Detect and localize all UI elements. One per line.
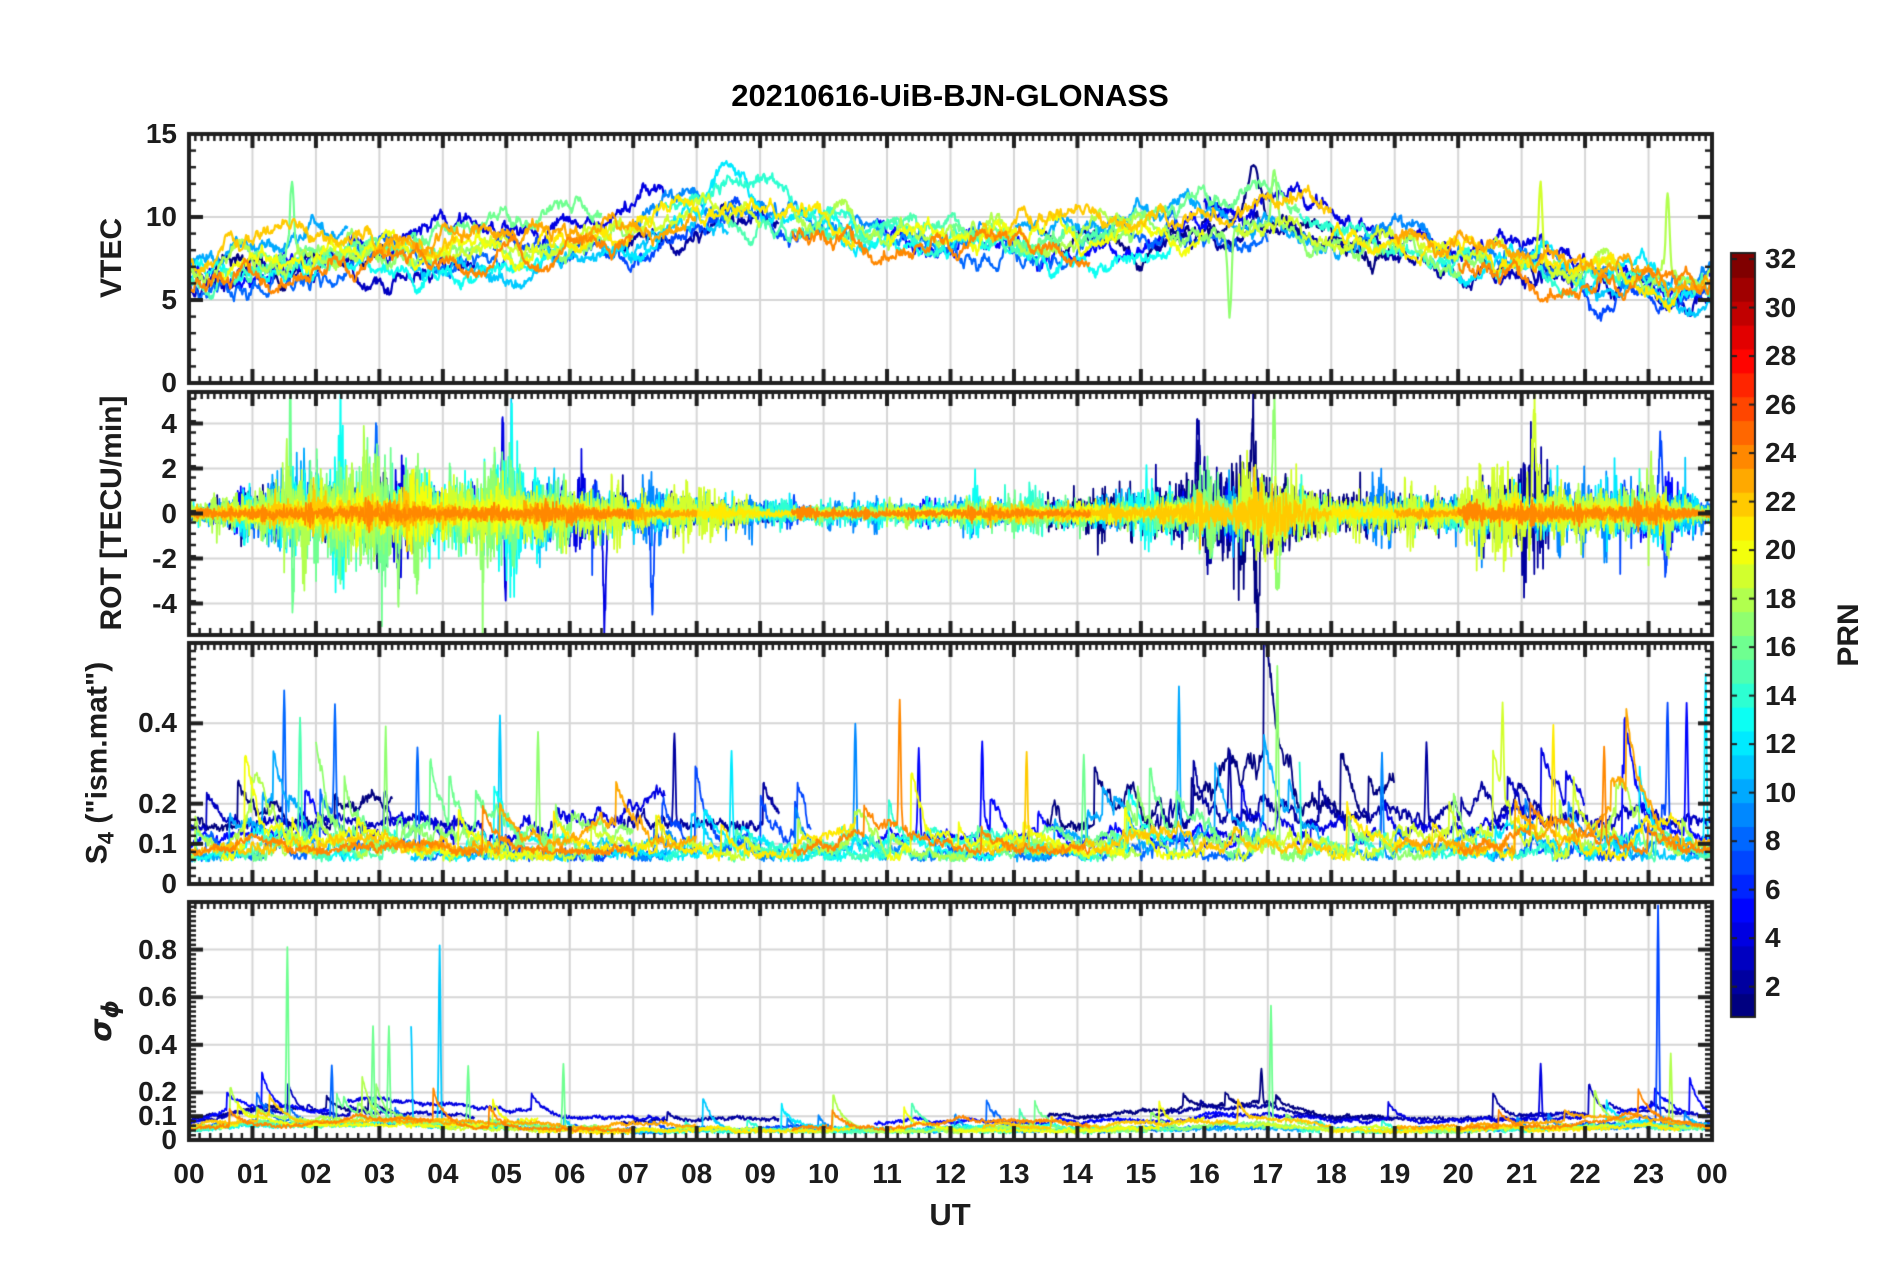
ylabel-s4-main: S [80,844,114,865]
colorbar-tick-label: 12 [1765,728,1797,760]
ylabel-s4-rest: ("ism.mat") [80,661,114,832]
ylabel-rot-text: ROT [TECU/min] [95,395,128,631]
y-tick-label-sigma_phi: 0.6 [138,981,177,1013]
y-tick-label-s4: 0.1 [138,827,177,859]
colorbar-tick-label: 10 [1765,776,1797,808]
colorbar-tick-label: 26 [1765,388,1797,420]
y-tick-label-vtec: 5 [161,284,177,315]
x-tick-label: 10 [808,1158,840,1189]
colorbar-tick-label: 14 [1765,679,1797,711]
x-axis-label: UT [929,1197,971,1232]
y-tick-label-rot: 0 [161,497,177,529]
x-tick-label: 20 [1442,1158,1474,1189]
colorbar-tick-label: 16 [1765,631,1797,663]
x-tick-label: 14 [1061,1158,1093,1189]
y-tick-label-rot: 4 [161,407,177,439]
x-tick-label: 23 [1632,1158,1665,1189]
y-tick-label-s4: 0.2 [138,787,177,819]
colorbar-tick-label: 20 [1765,534,1797,566]
x-tick-label: 22 [1569,1158,1601,1189]
x-tick-label: 19 [1379,1158,1411,1189]
colorbar-tick-label: 24 [1765,437,1797,469]
x-tick-label: 00 [173,1158,205,1189]
ylabel-s4-sub: 4 [93,831,119,845]
colorbar-label: PRN [1832,603,1865,667]
x-tick-label: 07 [617,1158,649,1189]
colorbar-tick-label: 32 [1765,243,1797,275]
x-tick-label: 06 [554,1158,586,1189]
ylabel-sigma-phi: σϕ [84,1000,124,1042]
colorbar-tick-label: 6 [1765,873,1781,905]
colorbar-tick-label: 8 [1765,825,1781,857]
chart-canvas [0,0,1902,1272]
y-tick-label-rot: -4 [152,587,177,619]
x-tick-label: 00 [1696,1158,1728,1189]
x-tick-label: 05 [490,1158,522,1189]
x-tick-label: 15 [1125,1158,1157,1189]
x-tick-label: 02 [300,1158,332,1189]
x-tick-label: 18 [1315,1158,1347,1189]
ylabel-sigma: σ [84,1018,119,1042]
x-tick-label: 08 [681,1158,713,1189]
x-tick-label: 12 [934,1158,967,1189]
y-tick-label-rot: -2 [152,542,177,574]
ylabel-vtec-text: VTEC [95,217,128,299]
x-tick-label: 13 [998,1158,1030,1189]
x-tick-label: 01 [236,1158,269,1189]
ylabel-rot: ROT [TECU/min] [95,396,129,631]
x-tick-label: 03 [363,1158,395,1189]
x-tick-label: 16 [1188,1158,1220,1189]
y-tick-label-vtec: 0 [161,367,177,398]
figure: 20210616-UiB-BJN-GLONASS VTEC ROT [TECU/… [0,0,1902,1272]
x-tick-label: 09 [744,1158,776,1189]
y-tick-label-s4: 0.4 [138,707,177,739]
chart-title: 20210616-UiB-BJN-GLONASS [731,78,1169,113]
x-tick-label: 11 [872,1158,902,1189]
y-tick-label-sigma_phi: 0.8 [138,933,177,965]
x-tick-label: 04 [427,1158,459,1189]
colorbar-tick-label: 4 [1765,922,1781,954]
colorbar-tick-label: 18 [1765,582,1797,614]
ylabel-vtec: VTEC [95,218,129,298]
ylabel-phi-sub: ϕ [98,1000,124,1019]
colorbar-tick-label: 2 [1765,970,1781,1002]
y-tick-label-sigma_phi: 0.2 [138,1076,177,1108]
colorbar-tick-label: 28 [1765,340,1797,372]
x-tick-label: 17 [1252,1158,1284,1189]
y-tick-label-vtec: 10 [145,201,177,232]
x-tick-label: 21 [1506,1158,1538,1189]
y-tick-label-rot: 2 [161,452,177,484]
y-tick-label-sigma_phi: 0.4 [138,1028,177,1060]
colorbar-tick-label: 30 [1765,291,1797,323]
y-tick-label-vtec: 15 [145,118,177,149]
colorbar-tick-label: 22 [1765,485,1797,517]
ylabel-s4: S4 ("ism.mat") [81,662,120,864]
y-tick-label-s4: 0 [161,868,177,899]
